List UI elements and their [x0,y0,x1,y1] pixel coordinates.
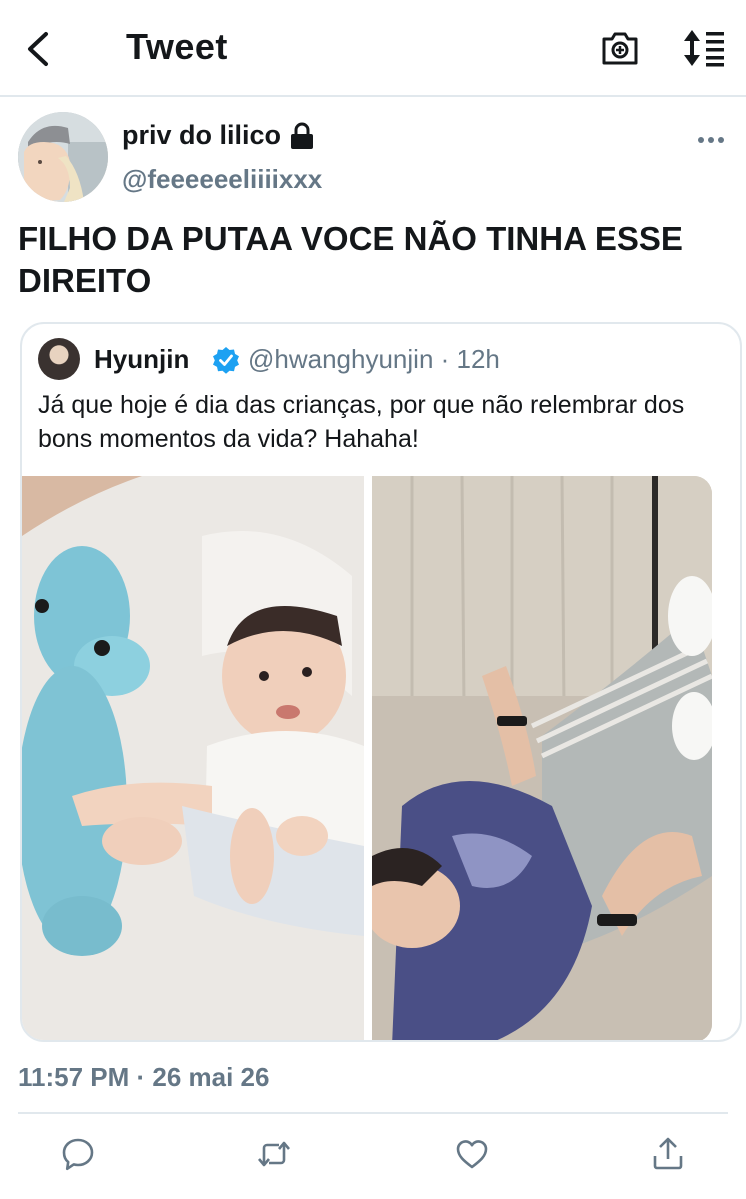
quoted-tweet-text: Já que hoje é dia das crianças, por que … [38,391,685,453]
share-button[interactable] [650,1136,686,1172]
verified-icon [212,346,240,374]
quoted-display-name: Hyunjin [94,344,190,374]
media-photo-right[interactable] [372,476,712,1040]
reply-icon [62,1138,94,1171]
display-name[interactable]: priv do lilico [122,120,315,151]
sort-icon [684,30,724,67]
camera-button[interactable] [600,28,640,68]
adult-photo [372,476,712,1040]
more-options-button[interactable] [694,128,728,152]
sort-button[interactable] [682,28,726,68]
retweet-icon [258,1141,290,1167]
quoted-avatar [38,338,80,380]
page-title: Tweet [126,26,228,67]
like-button[interactable] [454,1136,490,1172]
reply-button[interactable] [60,1136,96,1172]
tweet-timestamp: 11:57 PM · 26 mai 26 [18,1062,270,1092]
avatar[interactable] [18,112,108,202]
quoted-tweet[interactable]: Hyunjin @hwanghyunjin · 12h Já que hoje … [20,322,742,1042]
chevron-left-icon [28,32,48,66]
tweet-text: FILHO DA PUTAA VOCE NÃO TINHA ESSE DIREI… [18,220,683,299]
camera-add-icon [602,32,638,65]
baby-photo [22,476,364,1040]
retweet-button[interactable] [256,1136,292,1172]
top-bar: Tweet [0,0,746,97]
more-icon [698,137,724,143]
media-photo-left[interactable] [22,476,364,1040]
back-button[interactable] [18,26,60,72]
display-name-text: priv do lilico [122,120,282,150]
user-handle[interactable]: @feeeeeeliiiixxx [122,164,322,195]
avatar-photo [18,112,108,202]
heart-icon [456,1140,488,1169]
quoted-handle-time: @hwanghyunjin · 12h [248,344,500,374]
divider [18,1112,728,1114]
share-icon [653,1137,683,1170]
lock-icon [289,122,315,150]
